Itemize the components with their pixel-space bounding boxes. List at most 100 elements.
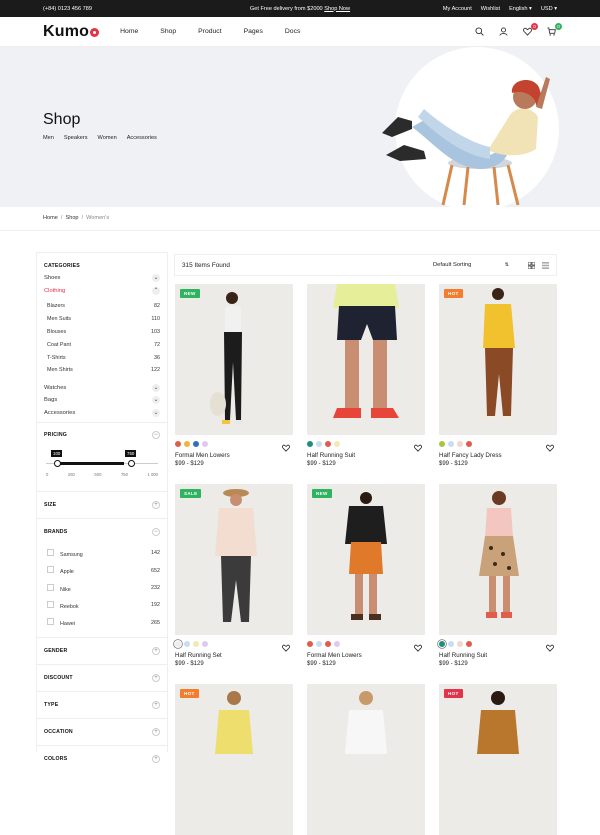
brand-checkbox[interactable] bbox=[47, 548, 54, 556]
brand-filter-item[interactable]: Hawei 265 bbox=[47, 614, 160, 631]
product-image[interactable]: HOT bbox=[175, 684, 293, 835]
product-name[interactable]: Half Running Set bbox=[175, 652, 293, 659]
occasion-header[interactable]: OCCATION + bbox=[44, 719, 160, 745]
color-swatch[interactable] bbox=[457, 641, 463, 647]
list-view-icon[interactable] bbox=[542, 261, 549, 269]
hero-category-link[interactable]: Accessories bbox=[127, 135, 157, 141]
color-swatch[interactable] bbox=[202, 641, 208, 647]
category-item[interactable]: Shoes ⌄ bbox=[44, 274, 160, 282]
color-swatch[interactable] bbox=[334, 441, 340, 447]
slider-min-handle[interactable] bbox=[54, 459, 61, 467]
product-card[interactable] bbox=[307, 684, 425, 835]
discount-header[interactable]: DISCOUNT + bbox=[44, 665, 160, 691]
plus-icon[interactable]: + bbox=[152, 674, 160, 683]
color-swatch[interactable] bbox=[202, 441, 208, 447]
product-card[interactable]: HOT Half Fancy Lady Dress $99 - $129 bbox=[439, 284, 557, 467]
color-swatch[interactable] bbox=[457, 441, 463, 447]
product-image[interactable]: HOT bbox=[439, 684, 557, 835]
color-swatch[interactable] bbox=[184, 641, 190, 647]
hero-category-link[interactable]: Women bbox=[98, 135, 117, 141]
price-range-slider[interactable]: 100 750 0 250 500 750 1 000 bbox=[44, 445, 160, 481]
brand-filter-item[interactable]: Reebok 192 bbox=[47, 597, 160, 614]
brand-checkbox[interactable] bbox=[47, 618, 54, 626]
minus-icon[interactable]: − bbox=[152, 430, 160, 439]
logo[interactable]: Kumo bbox=[43, 23, 100, 41]
brand-checkbox[interactable] bbox=[47, 583, 54, 591]
plus-icon[interactable]: + bbox=[152, 500, 160, 509]
product-card[interactable]: Half Running Suit $99 - $129 bbox=[307, 284, 425, 467]
breadcrumb-shop[interactable]: Shop bbox=[65, 215, 78, 221]
color-swatch[interactable] bbox=[193, 441, 199, 447]
brand-checkbox[interactable] bbox=[47, 566, 54, 574]
nav-home[interactable]: Home bbox=[120, 28, 138, 35]
product-name[interactable]: Formal Men Lowers bbox=[307, 652, 425, 659]
size-header[interactable]: SIZE + bbox=[44, 492, 160, 518]
product-card[interactable]: NEW Formal Men Lowers $99 - $129 bbox=[175, 284, 293, 467]
currency-select[interactable]: USD ▾ bbox=[541, 6, 557, 12]
minus-icon[interactable]: − bbox=[152, 527, 160, 536]
product-image[interactable] bbox=[307, 284, 425, 435]
pricing-header[interactable]: PRICING − bbox=[44, 430, 160, 439]
product-name[interactable]: Half Running Suit bbox=[439, 652, 557, 659]
sort-select[interactable]: Default Sorting ⇅ bbox=[433, 262, 517, 268]
color-swatch[interactable] bbox=[316, 641, 322, 647]
gender-header[interactable]: GENDER + bbox=[44, 638, 160, 664]
heart-icon[interactable] bbox=[546, 639, 554, 657]
color-swatch[interactable] bbox=[466, 641, 472, 647]
product-name[interactable]: Half Running Suit bbox=[307, 452, 425, 459]
color-swatch[interactable] bbox=[325, 641, 331, 647]
hero-category-link[interactable]: Speakers bbox=[64, 135, 88, 141]
color-swatch[interactable] bbox=[448, 641, 454, 647]
product-image[interactable]: NEW bbox=[175, 284, 293, 435]
category-item[interactable]: Accessories ⌄ bbox=[44, 407, 160, 420]
product-image[interactable] bbox=[307, 684, 425, 835]
heart-icon[interactable] bbox=[414, 639, 422, 657]
plus-icon[interactable]: + bbox=[152, 728, 160, 737]
color-swatch[interactable] bbox=[316, 441, 322, 447]
hero-category-link[interactable]: Men bbox=[43, 135, 54, 141]
category-item[interactable]: Watches ⌄ bbox=[44, 382, 160, 394]
subcategory-item[interactable]: Men Suits 110 bbox=[47, 313, 160, 326]
heart-icon[interactable] bbox=[282, 639, 290, 657]
product-image[interactable]: NEW bbox=[307, 484, 425, 635]
shop-now-link[interactable]: Shop Now bbox=[324, 6, 350, 12]
grid-view-icon[interactable] bbox=[527, 261, 536, 269]
product-name[interactable]: Formal Men Lowers bbox=[175, 452, 293, 459]
colors-header[interactable]: COLORS + bbox=[44, 746, 160, 772]
user-icon[interactable] bbox=[498, 26, 509, 37]
color-swatch[interactable] bbox=[448, 441, 454, 447]
chevron-down-icon[interactable]: ⌄ bbox=[152, 383, 160, 392]
subcategory-item[interactable]: Blouses 103 bbox=[47, 326, 160, 339]
subcategory-item[interactable]: T-Shirts 36 bbox=[47, 351, 160, 364]
nav-shop[interactable]: Shop bbox=[160, 28, 176, 35]
color-swatch[interactable] bbox=[193, 641, 199, 647]
breadcrumb-home[interactable]: Home bbox=[43, 215, 58, 221]
heart-icon[interactable] bbox=[282, 439, 290, 457]
color-swatch[interactable] bbox=[184, 441, 190, 447]
product-image[interactable]: HOT bbox=[439, 284, 557, 435]
product-card[interactable]: SALE Half Running Set $99 - $129 bbox=[175, 484, 293, 667]
nav-product[interactable]: Product bbox=[198, 28, 221, 35]
color-swatch[interactable] bbox=[466, 441, 472, 447]
color-swatch[interactable] bbox=[175, 441, 181, 447]
color-swatch[interactable] bbox=[307, 441, 313, 447]
plus-icon[interactable]: + bbox=[152, 647, 160, 656]
category-item-active[interactable]: Clothing ⌃ bbox=[44, 287, 160, 295]
chevron-up-icon[interactable]: ⌃ bbox=[152, 287, 160, 295]
language-select[interactable]: English ▾ bbox=[509, 6, 532, 12]
chevron-down-icon[interactable]: ⌄ bbox=[152, 396, 160, 405]
category-item[interactable]: Bags ⌄ bbox=[44, 394, 160, 407]
nav-docs[interactable]: Docs bbox=[285, 28, 301, 35]
color-swatch[interactable] bbox=[334, 641, 340, 647]
my-account-link[interactable]: My Account bbox=[443, 6, 472, 12]
color-swatch[interactable] bbox=[307, 641, 313, 647]
subcategory-item[interactable]: Men Shirts 122 bbox=[47, 364, 160, 377]
color-swatch[interactable] bbox=[439, 441, 445, 447]
nav-pages[interactable]: Pages bbox=[244, 28, 263, 35]
plus-icon[interactable]: + bbox=[152, 701, 160, 710]
wishlist-link[interactable]: Wishlist bbox=[481, 6, 500, 12]
heart-icon[interactable] bbox=[546, 439, 554, 457]
subcategory-item[interactable]: Blazers 82 bbox=[47, 300, 160, 313]
product-image[interactable] bbox=[439, 484, 557, 635]
heart-icon[interactable] bbox=[414, 439, 422, 457]
